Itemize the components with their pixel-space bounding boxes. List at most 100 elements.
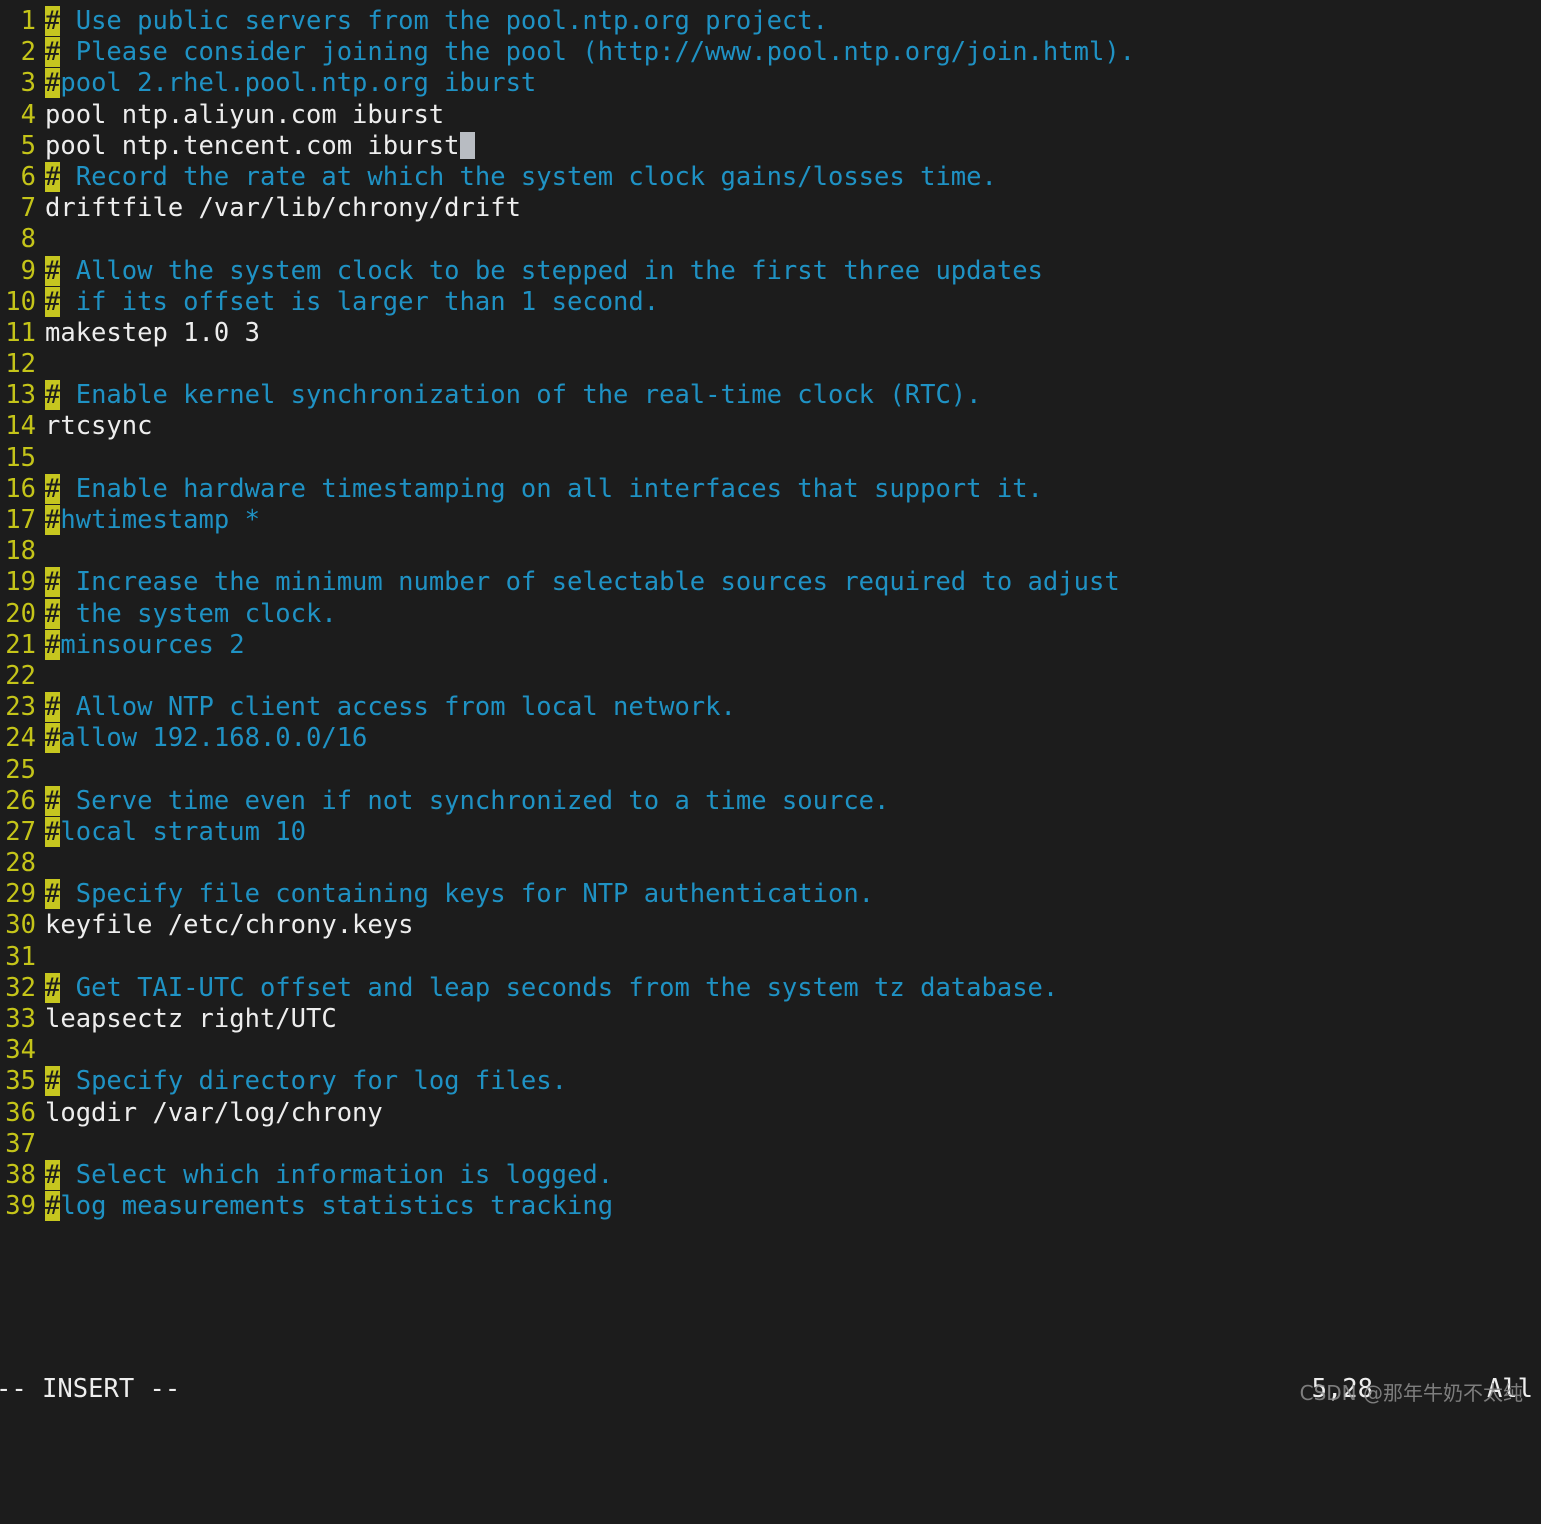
line-number: 17 (5, 505, 36, 535)
comment-hash-marker: # (45, 629, 61, 660)
comment-text: Allow NTP client access from local netwo… (60, 692, 736, 723)
editor-line[interactable]: 34 (0, 1035, 1541, 1066)
line-content: # the system clock. (45, 598, 337, 630)
editor-line[interactable]: 31 (0, 942, 1541, 973)
line-content: driftfile /var/lib/chrony/drift (45, 193, 521, 224)
directive-text: pool ntp.tencent.com iburst (45, 130, 460, 161)
editor-line[interactable]: 7 driftfile /var/lib/chrony/drift (0, 193, 1541, 224)
editor-line[interactable]: 2 # Please consider joining the pool (htt… (0, 37, 1541, 68)
line-number: 35 (5, 1066, 36, 1097)
line-number: 29 (5, 879, 36, 910)
line-number: 11 (5, 317, 36, 348)
comment-hash-marker: # (45, 567, 61, 598)
line-content: #minsources 2 (45, 629, 245, 661)
line-number: 1 (20, 6, 36, 36)
editor-line[interactable]: 16 # Enable hardware timestamping on all … (0, 473, 1541, 505)
line-number: 6 (20, 161, 36, 192)
comment-text: Get TAI-UTC offset and leap seconds from… (60, 972, 1059, 1003)
line-content: # Allow NTP client access from local net… (45, 692, 736, 723)
editor-line[interactable]: 15 (0, 443, 1541, 474)
editor-line[interactable]: 24 #allow 192.168.0.0/16 (0, 723, 1541, 754)
editor-line[interactable]: 9 # Allow the system clock to be stepped … (0, 255, 1541, 287)
editor-line[interactable]: 20 # the system clock. (0, 598, 1541, 630)
editor-line[interactable]: 36 logdir /var/log/chrony (0, 1098, 1541, 1129)
comment-hash-marker: # (45, 6, 61, 36)
editor-line[interactable]: 12 (0, 349, 1541, 380)
line-number: 39 (5, 1191, 36, 1222)
line-number: 16 (5, 473, 36, 504)
directive-text: leapsectz right/UTC (45, 1004, 337, 1034)
line-number: 19 (5, 567, 36, 598)
comment-hash-marker: # (45, 972, 61, 1003)
editor-line[interactable]: 32 # Get TAI-UTC offset and leap seconds … (0, 972, 1541, 1004)
line-number: 4 (20, 99, 36, 130)
editor-line[interactable]: 39 #log measurements statistics tracking (0, 1191, 1541, 1222)
comment-hash-marker: # (45, 785, 61, 816)
comment-hash-marker: # (45, 37, 61, 68)
comment-hash-marker: # (45, 68, 61, 99)
editor-line[interactable]: 23 # Allow NTP client access from local n… (0, 692, 1541, 723)
line-number: 27 (5, 816, 36, 847)
comment-text: minsources 2 (60, 629, 245, 660)
editor-line[interactable]: 10 # if its offset is larger than 1 secon… (0, 286, 1541, 318)
editor-line[interactable]: 33 leapsectz right/UTC (0, 1004, 1541, 1035)
editor-line[interactable]: 11 makestep 1.0 3 (0, 318, 1541, 349)
line-content: rtcsync (45, 411, 152, 442)
terminal-window: 1 # Use public servers from the pool.ntp.… (0, 0, 1541, 1414)
vim-status-line: -- INSERT -- 5,28 All (0, 1374, 1541, 1408)
line-number: 34 (5, 1035, 36, 1066)
vim-buffer[interactable]: 1 # Use public servers from the pool.ntp.… (0, 6, 1541, 1222)
editor-line[interactable]: 13 # Enable kernel synchronization of the… (0, 380, 1541, 411)
comment-hash-marker: # (45, 879, 61, 910)
editor-line[interactable]: 18 (0, 536, 1541, 567)
comment-text: Allow the system clock to be stepped in … (60, 255, 1043, 286)
comment-text: Increase the minimum number of selectabl… (60, 567, 1120, 598)
comment-hash-marker: # (45, 1191, 61, 1222)
editor-line[interactable]: 35 # Specify directory for log files. (0, 1066, 1541, 1097)
comment-text: log measurements statistics tracking (60, 1191, 614, 1222)
editor-line[interactable]: 17 #hwtimestamp * (0, 505, 1541, 536)
editor-line[interactable]: 28 (0, 848, 1541, 879)
line-content: # Specify directory for log files. (45, 1066, 567, 1097)
editor-line[interactable]: 5 pool ntp.tencent.com iburst (0, 131, 1541, 162)
comment-hash-marker: # (45, 286, 61, 317)
editor-line[interactable]: 29 # Specify file containing keys for NTP… (0, 879, 1541, 910)
line-number: 13 (5, 380, 36, 411)
comment-text: Enable hardware timestamping on all inte… (60, 473, 1043, 504)
line-number: 33 (5, 1004, 36, 1034)
scroll-position-indicator: All (1486, 1374, 1533, 1404)
line-content: pool ntp.aliyun.com iburst (45, 100, 444, 131)
line-number: 10 (5, 286, 36, 317)
line-content: #local stratum 10 (45, 816, 306, 848)
line-number: 14 (5, 411, 36, 442)
editor-line[interactable]: 37 (0, 1129, 1541, 1160)
directive-text: makestep 1.0 3 (45, 317, 260, 348)
editor-line[interactable]: 22 (0, 661, 1541, 692)
directive-text: rtcsync (45, 411, 153, 442)
editor-line[interactable]: 25 (0, 755, 1541, 786)
editor-line[interactable]: 30 keyfile /etc/chrony.keys (0, 910, 1541, 941)
editor-line[interactable]: 38 # Select which information is logged. (0, 1159, 1541, 1191)
editor-line[interactable]: 19 # Increase the minimum number of selec… (0, 567, 1541, 598)
directive-text: pool ntp.aliyun.com iburst (45, 99, 445, 130)
line-number: 26 (5, 785, 36, 816)
directive-text: keyfile /etc/chrony.keys (45, 910, 414, 941)
editor-line[interactable]: 26 # Serve time even if not synchronized … (0, 785, 1541, 817)
editor-line[interactable]: 1 # Use public servers from the pool.ntp.… (0, 6, 1541, 37)
line-number: 21 (5, 629, 36, 660)
editor-line[interactable]: 4 pool ntp.aliyun.com iburst (0, 100, 1541, 131)
line-number: 32 (5, 972, 36, 1003)
comment-hash-marker: # (45, 255, 61, 286)
editor-line[interactable]: 8 (0, 224, 1541, 255)
directive-text: driftfile /var/lib/chrony/drift (45, 193, 521, 224)
comment-text: Specify directory for log files. (60, 1066, 567, 1097)
line-content: #pool 2.rhel.pool.ntp.org iburst (45, 68, 536, 99)
editor-line[interactable]: 14 rtcsync (0, 411, 1541, 442)
comment-text: Use public servers from the pool.ntp.org… (60, 6, 828, 36)
line-number: 5 (20, 130, 36, 161)
editor-line[interactable]: 27 #local stratum 10 (0, 816, 1541, 848)
editor-line[interactable]: 3 #pool 2.rhel.pool.ntp.org iburst (0, 68, 1541, 99)
line-content: #allow 192.168.0.0/16 (45, 723, 367, 754)
editor-line[interactable]: 21 #minsources 2 (0, 629, 1541, 661)
editor-line[interactable]: 6 # Record the rate at which the system c… (0, 161, 1541, 193)
